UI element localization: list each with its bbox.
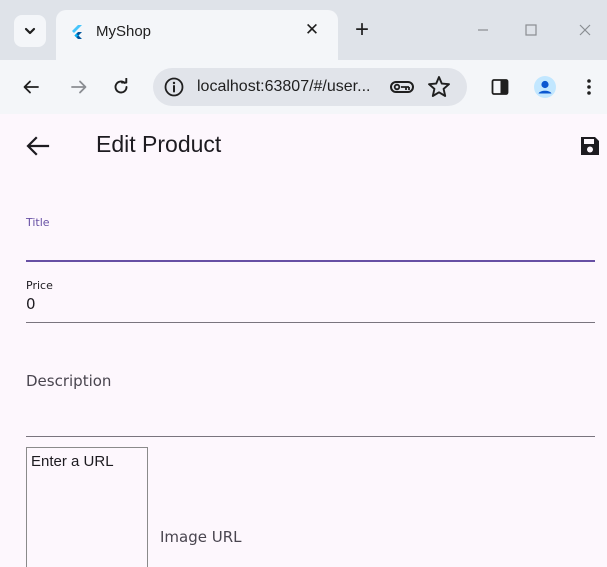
flutter-icon — [72, 25, 82, 39]
chevron-down-icon — [24, 27, 36, 35]
save-icon[interactable] — [578, 134, 602, 158]
more-vert-icon — [587, 79, 591, 95]
address-bar[interactable]: localhost:63807/#/user... — [153, 68, 467, 106]
new-tab-button[interactable]: + — [348, 16, 376, 44]
price-field-value[interactable]: 0 — [26, 295, 36, 313]
app-content: Edit Product Title Price 0 Description E… — [0, 114, 607, 567]
title-field-label: Title — [26, 216, 50, 229]
minimize-icon — [478, 29, 488, 31]
window-close-button[interactable] — [571, 16, 599, 44]
arrow-right-icon — [71, 80, 87, 94]
description-field-label: Description — [26, 372, 112, 390]
price-field[interactable]: Price 0 — [26, 274, 595, 326]
arrow-left-icon — [23, 80, 39, 94]
side-panel-button[interactable] — [485, 72, 515, 102]
description-field[interactable]: Description — [26, 364, 595, 439]
maximize-button[interactable] — [517, 16, 545, 44]
info-icon[interactable] — [163, 76, 185, 98]
profile-icon — [534, 76, 556, 98]
back-button[interactable] — [16, 72, 46, 102]
image-url-field-label[interactable]: Image URL — [160, 528, 242, 546]
browser-menu-button[interactable] — [574, 72, 604, 102]
forward-button[interactable] — [64, 72, 94, 102]
page-title: Edit Product — [96, 131, 222, 157]
reload-icon — [114, 78, 128, 94]
minimize-button[interactable] — [469, 16, 497, 44]
image-preview-text: Enter a URL — [31, 453, 114, 470]
tab-search-button[interactable] — [14, 15, 46, 47]
browser-tab[interactable]: MyShop ✕ — [56, 10, 338, 60]
arrow-back-icon[interactable] — [22, 130, 54, 162]
title-field-underline — [26, 260, 595, 262]
side-panel-icon — [491, 79, 509, 95]
tab-title: MyShop — [96, 23, 152, 40]
profile-button[interactable] — [530, 72, 560, 102]
key-icon[interactable] — [389, 76, 415, 98]
image-preview: Enter a URL — [26, 447, 148, 567]
browser-toolbar: localhost:63807/#/user... — [0, 60, 607, 114]
price-field-underline — [26, 322, 595, 323]
browser-tab-strip: MyShop ✕ + — [0, 0, 607, 60]
description-field-underline — [26, 436, 595, 437]
title-field[interactable]: Title — [26, 210, 595, 262]
star-icon[interactable] — [426, 74, 452, 100]
close-icon — [579, 24, 591, 36]
url-text[interactable]: localhost:63807/#/user... — [197, 78, 370, 96]
reload-button[interactable] — [106, 72, 136, 102]
price-field-label: Price — [26, 279, 53, 292]
tab-close-button[interactable]: ✕ — [300, 18, 324, 42]
maximize-icon — [525, 24, 537, 36]
